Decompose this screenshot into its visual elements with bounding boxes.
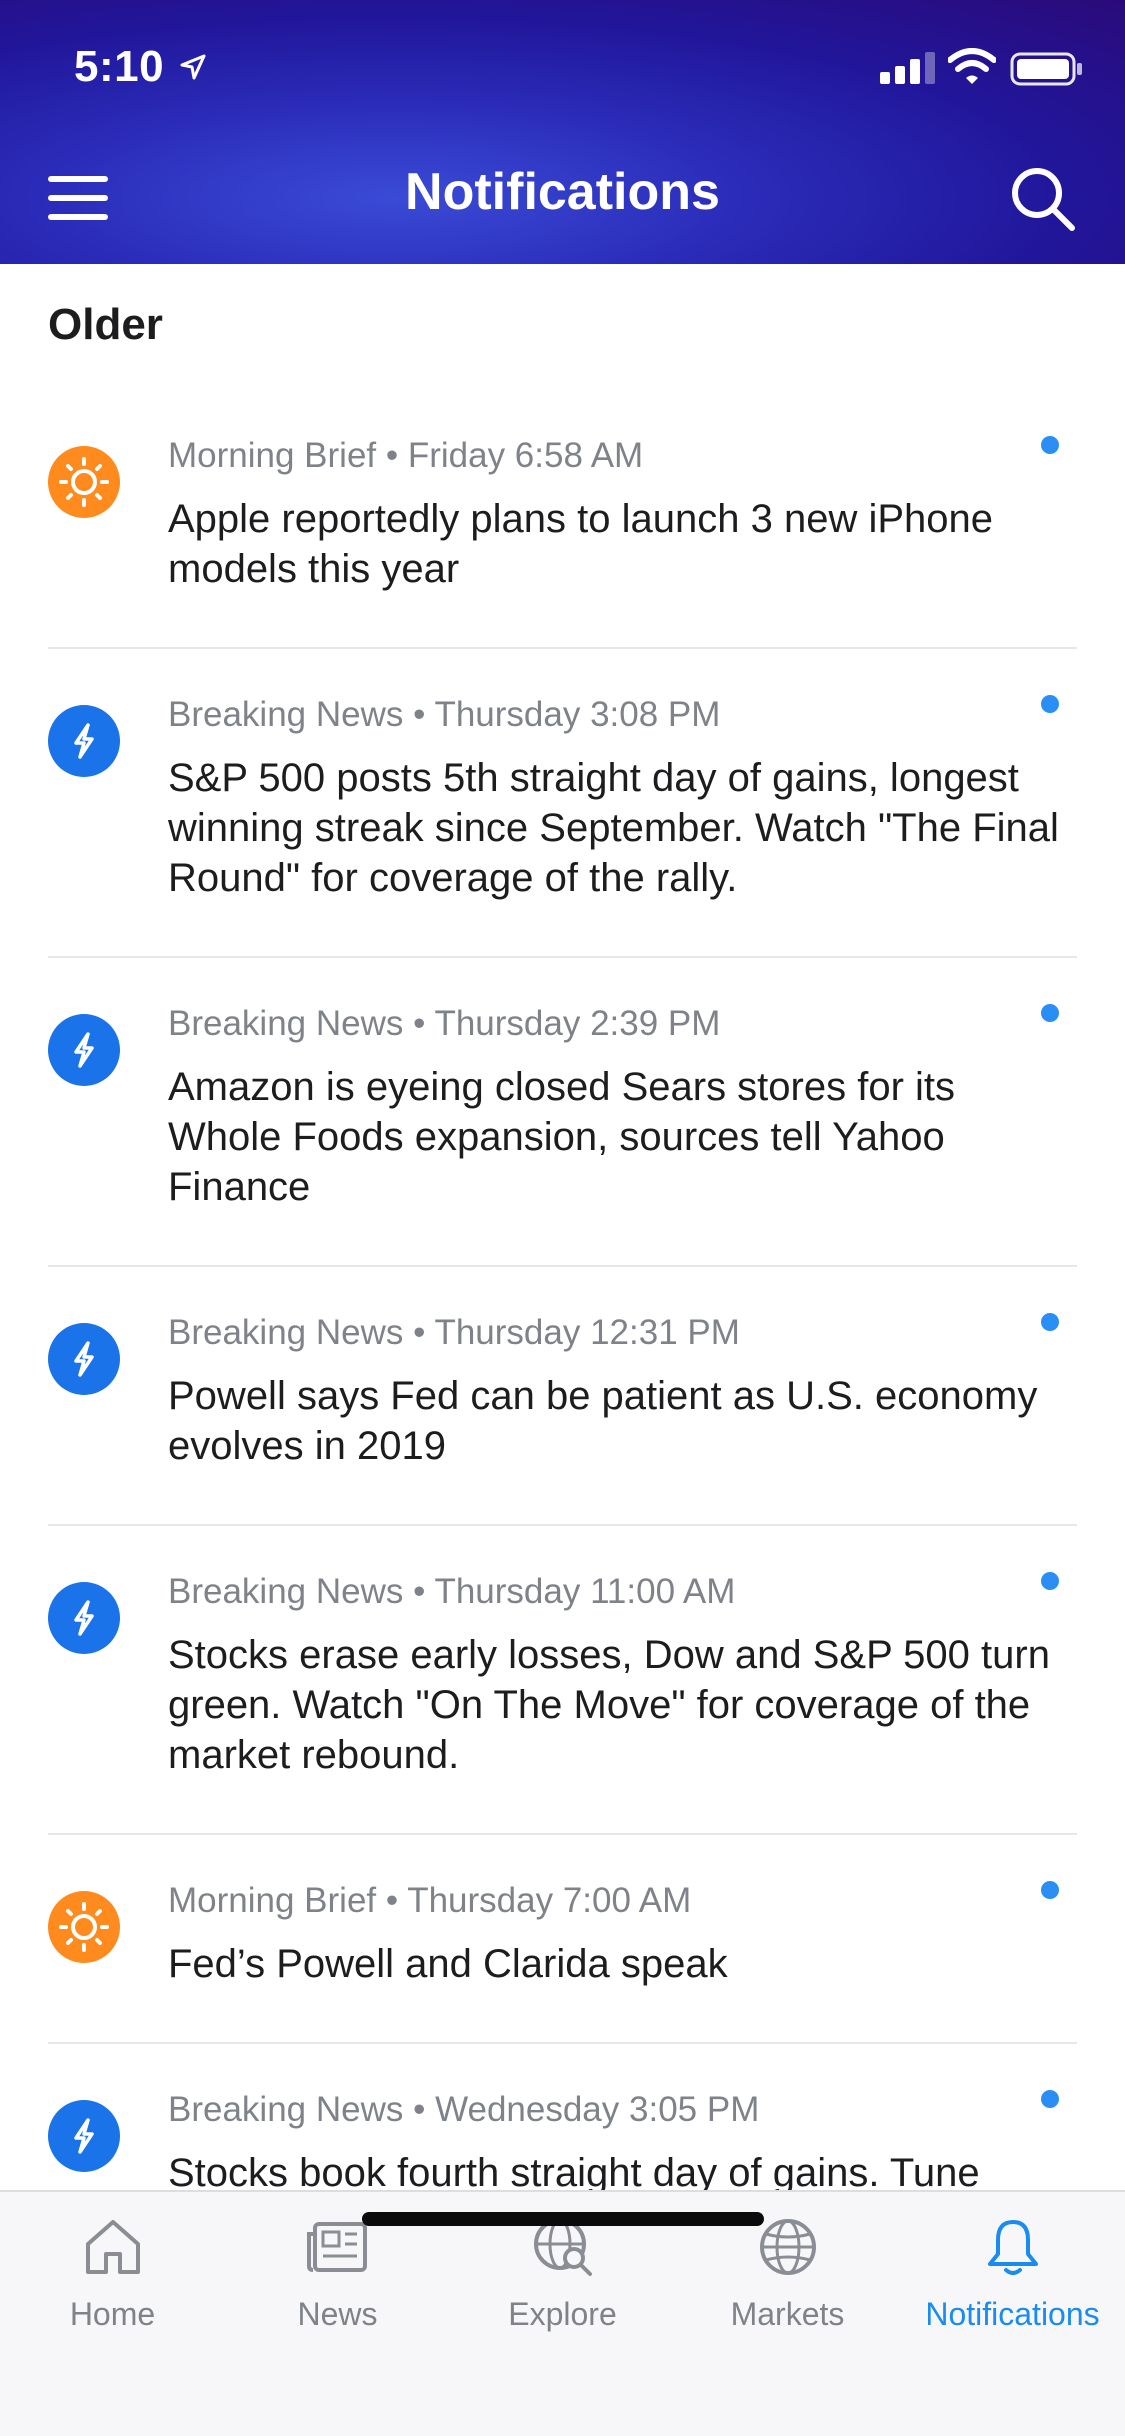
- app-header: 5:10 Notifications: [0, 0, 1125, 264]
- notification-meta: Morning Brief • Thursday 7:00 AM: [168, 1881, 692, 1920]
- status-time: 5:10: [74, 42, 165, 91]
- unread-indicator: [1041, 695, 1059, 713]
- notification-item[interactable]: Breaking News • Thursday 3:08 PM S&P 500…: [0, 649, 1125, 958]
- notification-meta: Breaking News • Thursday 11:00 AM: [168, 1572, 736, 1611]
- tab-bar: Home News Explore Markets Notifications: [0, 2190, 1125, 2436]
- notification-item[interactable]: Breaking News • Thursday 12:31 PM Powell…: [0, 1267, 1125, 1526]
- lightning-icon: [48, 1323, 120, 1395]
- notification-item[interactable]: Breaking News • Wednesday 3:05 PM Stocks…: [0, 2044, 1125, 2190]
- status-bar: 5:10: [0, 0, 1125, 132]
- sun-icon: [48, 446, 120, 518]
- notification-meta: Breaking News • Thursday 2:39 PM: [168, 1004, 721, 1043]
- notification-item[interactable]: Morning Brief • Thursday 7:00 AM Fed’s P…: [0, 1835, 1125, 2044]
- bell-icon: [988, 2220, 1038, 2275]
- notification-meta: Breaking News • Wednesday 3:05 PM: [168, 2090, 760, 2129]
- notification-headline[interactable]: Stocks erase early losses, Dow and S&P 5…: [168, 1630, 1078, 1780]
- wifi-icon: [948, 48, 996, 84]
- lightning-icon: [48, 1582, 120, 1654]
- notification-meta: Breaking News • Thursday 3:08 PM: [168, 695, 721, 734]
- tab-label: Markets: [730, 2296, 845, 2332]
- lightning-icon: [48, 2100, 120, 2172]
- tab-label: Home: [69, 2296, 156, 2332]
- battery-icon: [1010, 52, 1082, 86]
- notification-meta: Breaking News • Thursday 12:31 PM: [168, 1313, 740, 1352]
- search-icon[interactable]: [1008, 164, 1078, 234]
- notification-item[interactable]: Breaking News • Thursday 11:00 AM Stocks…: [0, 1526, 1125, 1835]
- unread-indicator: [1041, 436, 1059, 454]
- location-arrow-icon: [180, 54, 206, 80]
- section-title-older: Older: [48, 300, 163, 349]
- notification-item[interactable]: Morning Brief • Friday 6:58 AM Apple rep…: [0, 390, 1125, 649]
- notification-list[interactable]: Morning Brief • Friday 6:58 AM Apple rep…: [0, 390, 1125, 2190]
- cellular-signal-icon: [880, 52, 935, 84]
- notification-item[interactable]: Breaking News • Thursday 2:39 PM Amazon …: [0, 958, 1125, 1267]
- notification-meta: Morning Brief • Friday 6:58 AM: [168, 436, 644, 475]
- page-title: Notifications: [405, 163, 720, 221]
- sun-icon: [48, 1891, 120, 1963]
- unread-indicator: [1041, 1881, 1059, 1899]
- unread-indicator: [1041, 1572, 1059, 1590]
- tab-home[interactable]: Home: [0, 2192, 225, 2352]
- home-indicator: [362, 2212, 764, 2226]
- unread-indicator: [1041, 1313, 1059, 1331]
- lightning-icon: [48, 705, 120, 777]
- notification-headline[interactable]: Stocks book fourth straight day of gains…: [168, 2148, 1078, 2190]
- notification-headline[interactable]: Powell says Fed can be patient as U.S. e…: [168, 1371, 1078, 1471]
- tab-notifications[interactable]: Notifications: [900, 2192, 1125, 2352]
- tab-label: News: [297, 2296, 378, 2332]
- news-icon: [307, 2222, 367, 2272]
- unread-indicator: [1041, 1004, 1059, 1022]
- tab-label: Explore: [508, 2296, 617, 2332]
- globe-icon: [760, 2219, 816, 2275]
- notification-headline[interactable]: S&P 500 posts 5th straight day of gains,…: [168, 753, 1078, 903]
- notification-headline[interactable]: Fed’s Powell and Clarida speak: [168, 1939, 1078, 1989]
- notification-headline[interactable]: Apple reportedly plans to launch 3 new i…: [168, 494, 1078, 594]
- lightning-icon: [48, 1014, 120, 1086]
- notification-headline[interactable]: Amazon is eyeing closed Sears stores for…: [168, 1062, 1078, 1212]
- home-icon: [86, 2220, 140, 2274]
- navigation-bar: Notifications: [0, 132, 1125, 264]
- unread-indicator: [1041, 2090, 1059, 2108]
- tab-label: Notifications: [925, 2296, 1100, 2332]
